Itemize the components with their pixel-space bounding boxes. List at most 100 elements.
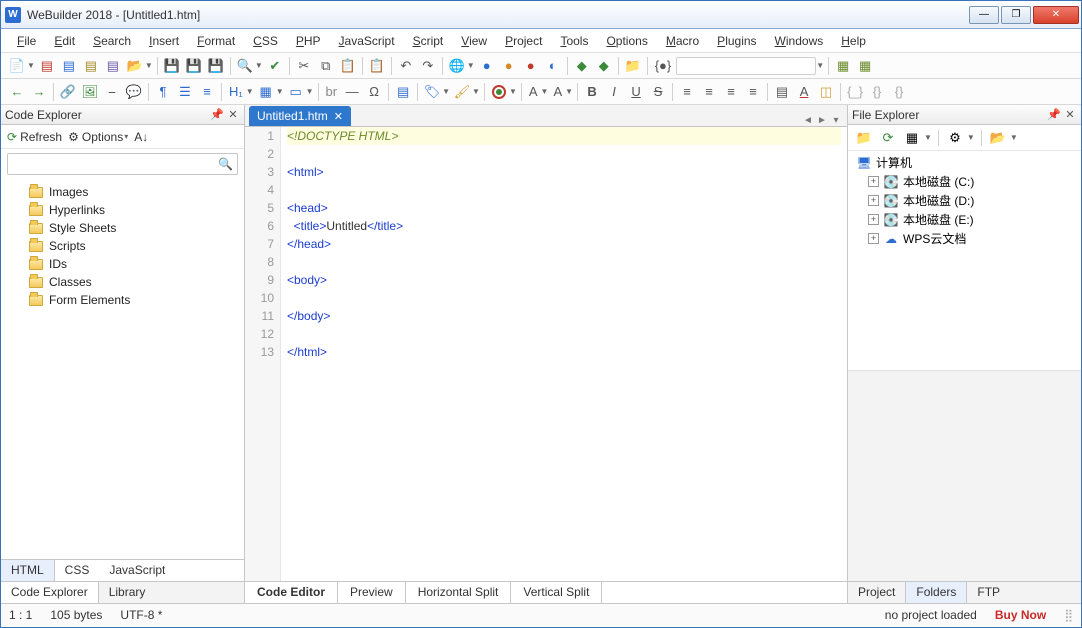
new-js-icon[interactable]: ▤ bbox=[81, 56, 101, 76]
options-button[interactable]: ⚙ Options▾ bbox=[68, 130, 128, 144]
paragraph-icon[interactable]: ¶ bbox=[153, 82, 173, 102]
tab-close-icon[interactable]: ✕ bbox=[334, 110, 343, 123]
br-icon[interactable]: br bbox=[323, 82, 341, 102]
buy-now-link[interactable]: Buy Now bbox=[995, 608, 1046, 622]
menu-help[interactable]: Help bbox=[833, 32, 874, 50]
editor-tab[interactable]: Vertical Split bbox=[511, 582, 602, 603]
bold-icon[interactable]: B bbox=[582, 82, 602, 102]
expand-icon[interactable]: + bbox=[868, 176, 879, 187]
cut-icon[interactable]: ✂ bbox=[294, 56, 314, 76]
menu-css[interactable]: CSS bbox=[245, 32, 286, 50]
menu-edit[interactable]: Edit bbox=[46, 32, 83, 50]
new-css-icon[interactable]: ▤ bbox=[59, 56, 79, 76]
ul-icon[interactable]: ☰ bbox=[175, 82, 195, 102]
dropdown-icon[interactable]: ▼ bbox=[472, 87, 480, 96]
drive-row[interactable]: +💽本地磁盘 (E:) bbox=[852, 210, 1077, 229]
menu-macro[interactable]: Macro bbox=[658, 32, 707, 50]
menu-format[interactable]: Format bbox=[189, 32, 243, 50]
dropdown-icon[interactable]: ▼ bbox=[442, 87, 450, 96]
search-icon[interactable]: 🔍 bbox=[235, 56, 255, 76]
menu-project[interactable]: Project bbox=[497, 32, 550, 50]
save-icon[interactable]: 💾 bbox=[162, 56, 182, 76]
fontsize-icon[interactable]: A bbox=[550, 82, 565, 102]
clipboard-icon[interactable]: 📋 bbox=[367, 56, 387, 76]
pin-icon[interactable]: 📌 bbox=[210, 108, 224, 122]
project-tab-ftp[interactable]: FTP bbox=[967, 582, 1010, 603]
tree-item[interactable]: Scripts bbox=[1, 237, 244, 255]
font-icon[interactable]: A bbox=[526, 82, 541, 102]
project-tab-folders[interactable]: Folders bbox=[905, 582, 967, 603]
new-php-icon[interactable]: ▤ bbox=[103, 56, 123, 76]
redo-icon[interactable]: ↷ bbox=[418, 56, 438, 76]
editor-tab[interactable]: Preview bbox=[338, 582, 406, 603]
save-as-icon[interactable]: 💾 bbox=[206, 56, 226, 76]
dropdown-icon[interactable]: ▼ bbox=[306, 87, 314, 96]
menu-script[interactable]: Script bbox=[405, 32, 452, 50]
validate2-icon[interactable]: ◆ bbox=[594, 56, 614, 76]
dropdown-icon[interactable]: ▼ bbox=[924, 133, 932, 142]
sort-button[interactable]: A↓ bbox=[134, 130, 148, 144]
dropdown-icon[interactable]: ▼ bbox=[541, 87, 549, 96]
preview-icon[interactable]: 🌐 bbox=[447, 56, 467, 76]
menu-file[interactable]: File bbox=[9, 32, 44, 50]
expand-icon[interactable]: + bbox=[868, 214, 879, 225]
underline-icon[interactable]: U bbox=[626, 82, 646, 102]
brace3-icon[interactable]: {} bbox=[889, 82, 909, 102]
forward-icon[interactable]: → bbox=[29, 82, 49, 102]
dropdown-icon[interactable]: ▼ bbox=[967, 133, 975, 142]
dropdown-icon[interactable]: ▼ bbox=[467, 61, 475, 70]
upload-icon[interactable]: 📁 bbox=[623, 56, 643, 76]
drive-row[interactable]: +💽本地磁盘 (D:) bbox=[852, 191, 1077, 210]
macro-field[interactable] bbox=[676, 57, 816, 75]
omega-icon[interactable]: Ω bbox=[364, 82, 384, 102]
browser3-icon[interactable]: ● bbox=[521, 56, 541, 76]
pin-icon[interactable]: 📌 bbox=[1047, 108, 1061, 122]
close-button[interactable]: ✕ bbox=[1033, 6, 1079, 24]
tree-root[interactable]: 🖥 计算机 bbox=[852, 153, 1077, 172]
expand-icon[interactable]: + bbox=[868, 233, 879, 244]
anchor-icon[interactable]: ⎯ bbox=[102, 82, 122, 102]
tree-item[interactable]: Images bbox=[1, 183, 244, 201]
open-folder-icon[interactable]: 📂 bbox=[988, 128, 1008, 148]
lang-tab-css[interactable]: CSS bbox=[55, 560, 100, 581]
lang-tab-javascript[interactable]: JavaScript bbox=[99, 560, 175, 581]
brush-icon[interactable]: 🖌 bbox=[452, 82, 472, 102]
search-input[interactable] bbox=[12, 157, 218, 171]
tool2-icon[interactable]: ▦ bbox=[855, 56, 875, 76]
search-icon[interactable]: 🔍 bbox=[218, 157, 233, 171]
menu-search[interactable]: Search bbox=[85, 32, 139, 50]
code-explorer-search[interactable]: 🔍 bbox=[7, 153, 238, 175]
new-html-icon[interactable]: ▤ bbox=[37, 56, 57, 76]
align-left-icon[interactable]: ≡ bbox=[677, 82, 697, 102]
new-file-icon[interactable]: 📄 bbox=[7, 56, 27, 76]
tag-icon[interactable]: 🏷 bbox=[422, 82, 442, 102]
tree-item[interactable]: Classes bbox=[1, 273, 244, 291]
align-justify-icon[interactable]: ≡ bbox=[743, 82, 763, 102]
paste-icon[interactable]: 📋 bbox=[338, 56, 358, 76]
fontcolor-icon[interactable]: A bbox=[794, 82, 814, 102]
tree-item[interactable]: IDs bbox=[1, 255, 244, 273]
save-all-icon[interactable]: 💾 bbox=[184, 56, 204, 76]
refresh-button[interactable]: ⟳ Refresh bbox=[7, 130, 62, 144]
dropdown-icon[interactable]: ▼ bbox=[27, 61, 35, 70]
copy-icon[interactable]: ⧉ bbox=[316, 56, 336, 76]
close-panel-icon[interactable]: ✕ bbox=[226, 108, 240, 122]
spellcheck-icon[interactable]: ✔ bbox=[265, 56, 285, 76]
heading-icon[interactable]: H₁ bbox=[226, 82, 246, 102]
tab-menu-icon[interactable]: ▾ bbox=[829, 115, 843, 126]
menu-options[interactable]: Options bbox=[598, 32, 655, 50]
lang-tab-html[interactable]: HTML bbox=[1, 560, 55, 581]
resize-grip-icon[interactable]: ⣿ bbox=[1064, 608, 1073, 622]
maximize-button[interactable]: ❐ bbox=[1001, 6, 1031, 24]
drive-row[interactable]: +💽本地磁盘 (C:) bbox=[852, 172, 1077, 191]
tree-item[interactable]: Form Elements bbox=[1, 291, 244, 309]
project-tab-project[interactable]: Project bbox=[848, 582, 905, 603]
bgcolor-icon[interactable]: ◫ bbox=[816, 82, 836, 102]
dropdown-icon[interactable]: ▼ bbox=[255, 61, 263, 70]
menu-view[interactable]: View bbox=[453, 32, 495, 50]
menu-tools[interactable]: Tools bbox=[552, 32, 596, 50]
tree-item[interactable]: Hyperlinks bbox=[1, 201, 244, 219]
form-icon[interactable]: ▭ bbox=[286, 82, 306, 102]
tab-next-icon[interactable]: ► bbox=[815, 115, 829, 126]
code-editor[interactable]: 12345678910111213 <!DOCTYPE HTML> <html>… bbox=[245, 127, 847, 581]
